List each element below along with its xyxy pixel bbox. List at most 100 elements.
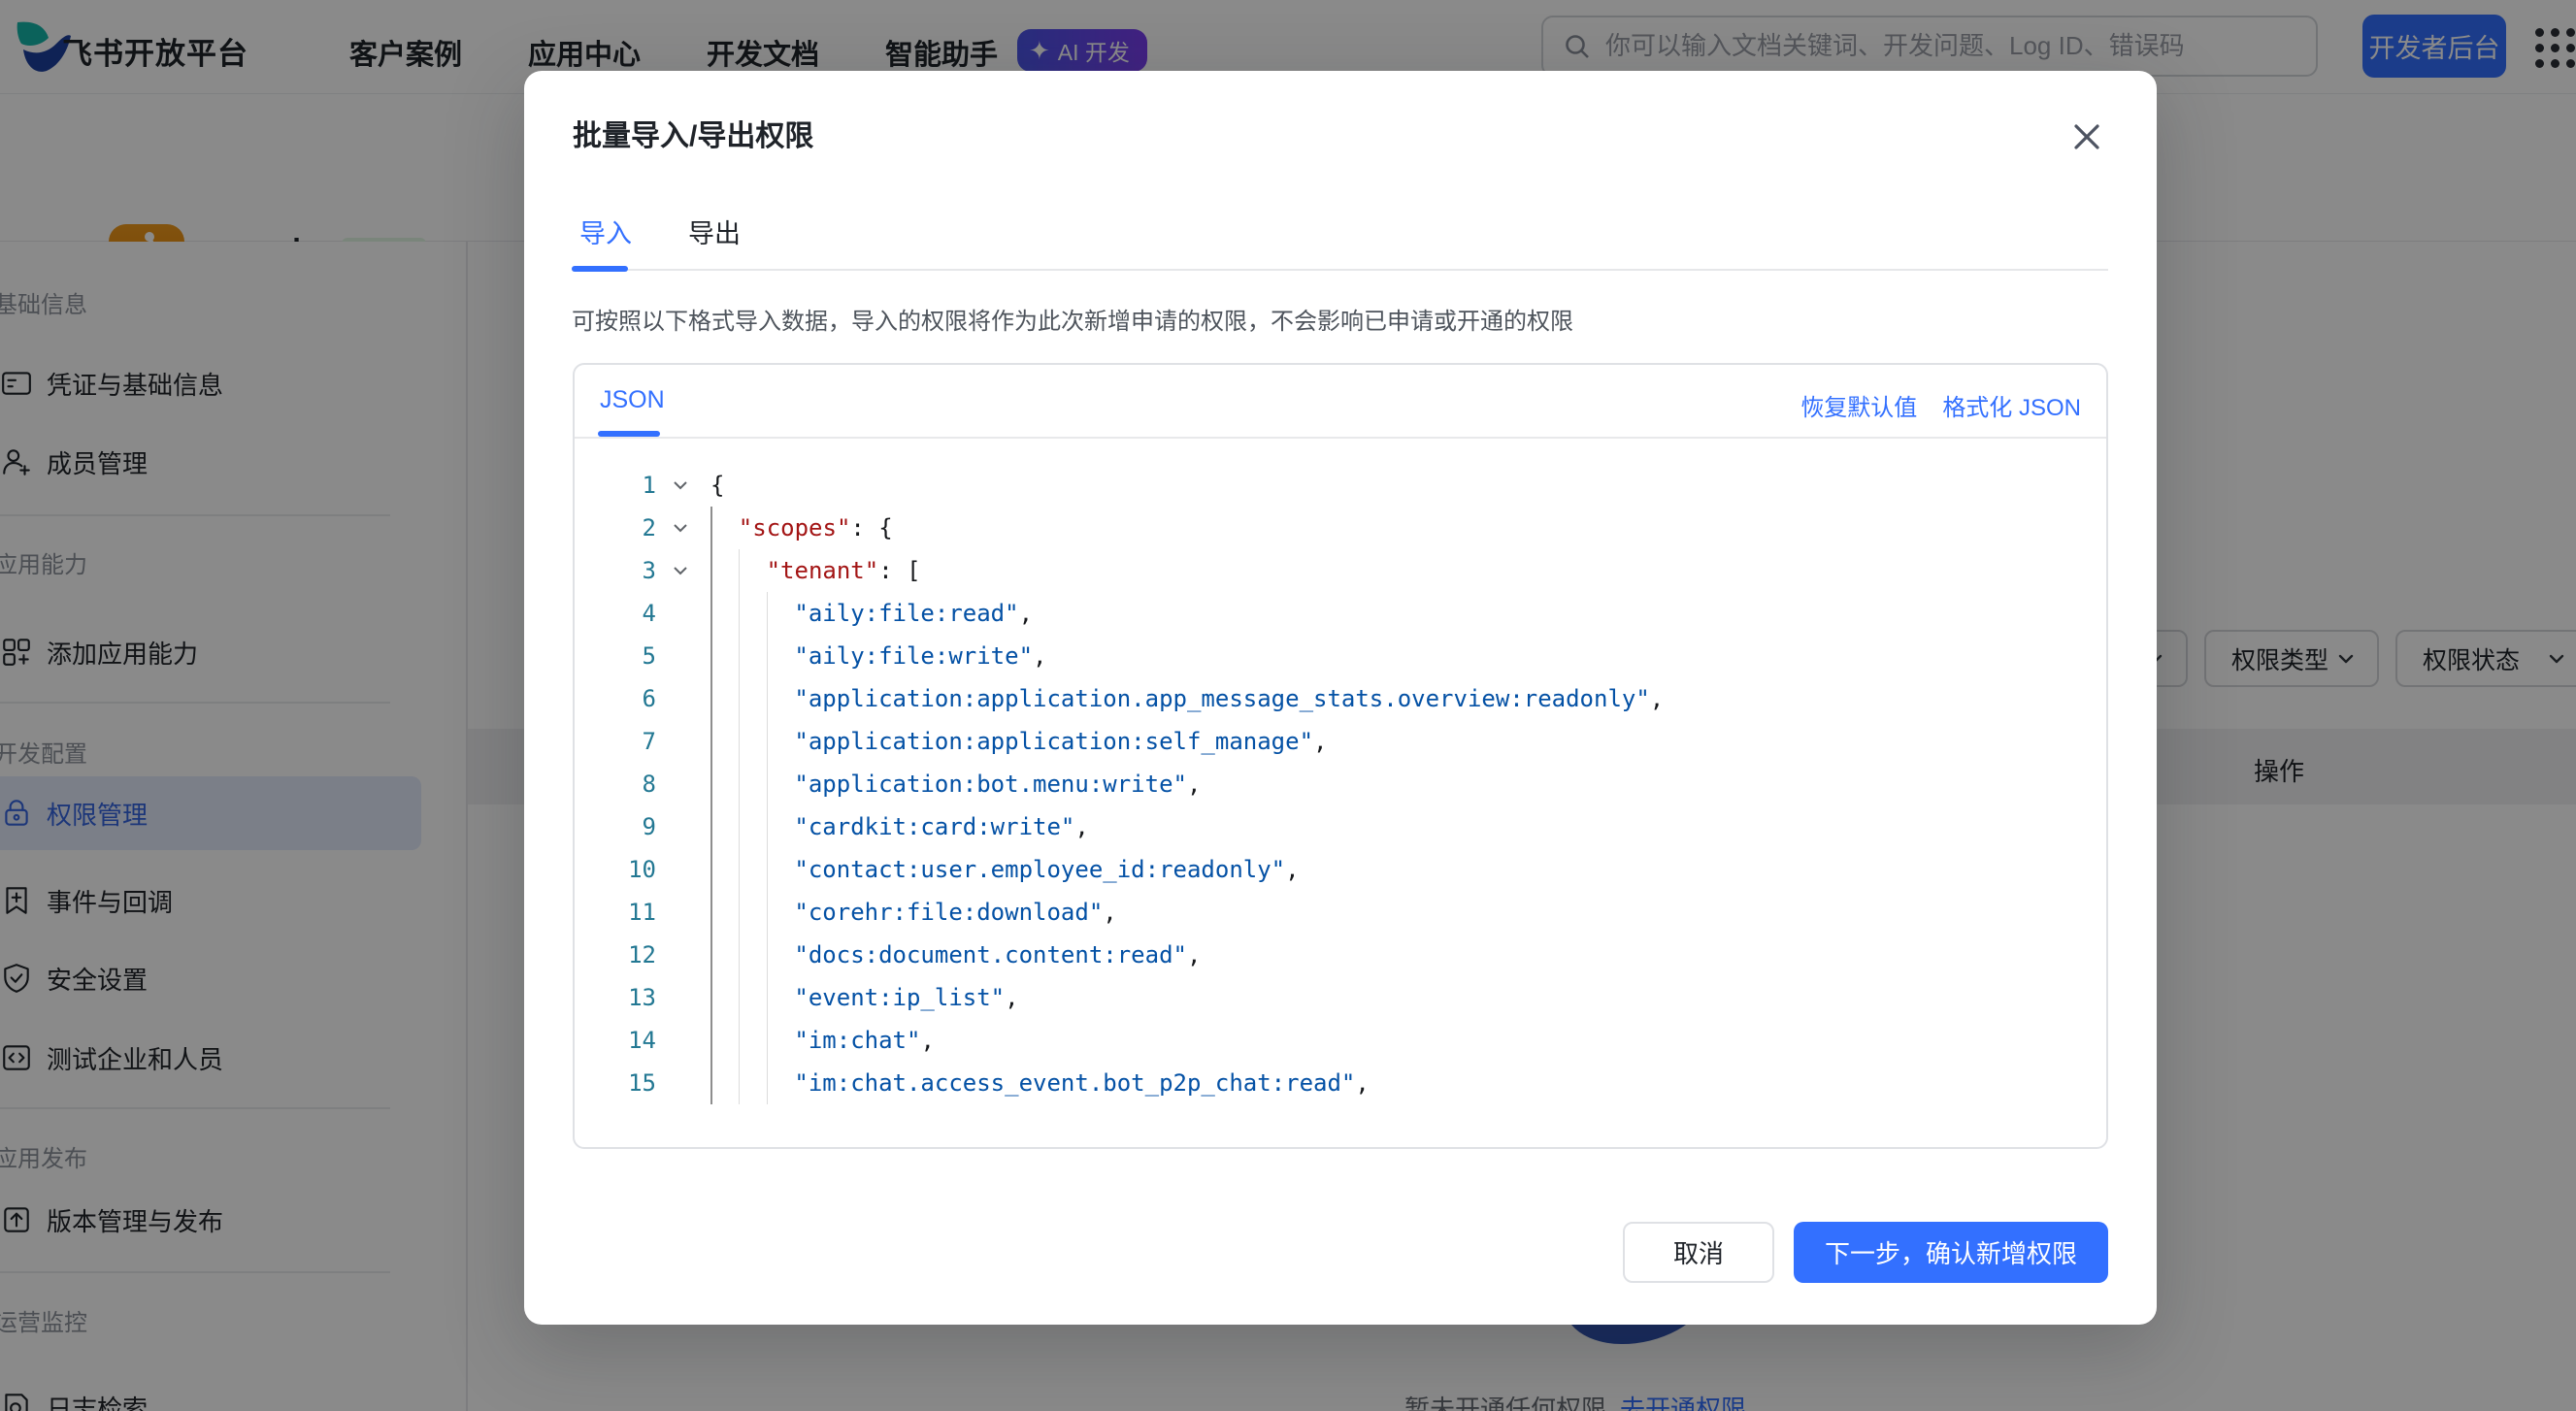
line-number: 14 (575, 1019, 656, 1062)
indent-guide (710, 934, 712, 976)
indent-guide (710, 507, 712, 549)
indent-guide (739, 805, 740, 848)
restore-default-button[interactable]: 恢复默认值 (1800, 388, 1917, 422)
code-text: "tenant": [ (767, 549, 921, 592)
format-json-button[interactable]: 格式化 JSON (1942, 388, 2081, 422)
code-text: "contact:user.employee_id:readonly", (794, 848, 1299, 891)
line-number: 11 (575, 891, 656, 934)
indent-guide (739, 592, 740, 635)
code-editor[interactable]: 1{2"scopes": {3"tenant": [4"aily:file:re… (575, 441, 2106, 1147)
confirm-button[interactable]: 下一步，确认新增权限 (1794, 1222, 2108, 1283)
indent-guide (739, 1019, 740, 1062)
code-text: { (710, 464, 724, 507)
editor-header: JSON 恢复默认值格式化 JSON (575, 365, 2106, 439)
indent-guide (739, 763, 740, 805)
indent-guide (767, 592, 768, 635)
indent-guide (767, 976, 768, 1019)
line-number: 5 (575, 635, 656, 677)
indent-guide (710, 635, 712, 677)
indent-guide (710, 549, 712, 592)
line-number: 13 (575, 976, 656, 1019)
line-number: 8 (575, 763, 656, 805)
code-line-15[interactable]: 15 "im:chat.access_event.bot_p2p_chat:rea… (575, 1062, 2104, 1104)
code-line-2[interactable]: 2 "scopes": { (575, 507, 2104, 549)
line-number: 6 (575, 677, 656, 720)
page: 飞书开放平台 客户案例应用中心开发文档智能助手 ✦ AI 开发 开发者后台 (0, 0, 2576, 1411)
code-line-7[interactable]: 7 "application:application:self_manage", (575, 720, 2104, 763)
fold-chevron-icon[interactable] (666, 549, 695, 592)
code-line-13[interactable]: 13 "event:ip_list", (575, 976, 2104, 1019)
indent-guide (767, 1062, 768, 1104)
line-number: 15 (575, 1062, 656, 1104)
indent-guide (767, 891, 768, 934)
indent-guide (710, 976, 712, 1019)
code-line-1[interactable]: 1{ (575, 464, 2104, 507)
indent-guide (710, 677, 712, 720)
cancel-button[interactable]: 取消 (1623, 1222, 1774, 1283)
indent-guide (739, 848, 740, 891)
code-line-12[interactable]: 12"docs:document.content:read", (575, 934, 2104, 976)
indent-guide (739, 891, 740, 934)
code-text: "cardkit:card:write", (794, 805, 1088, 848)
indent-guide (739, 976, 740, 1019)
tabs-divider (572, 269, 2108, 271)
code-line-11[interactable]: 11 "corehr:file:download", (575, 891, 2104, 934)
json-tab-underline (598, 431, 660, 437)
code-text: "scopes": { (739, 507, 893, 549)
indent-guide (767, 635, 768, 677)
indent-guide (739, 549, 740, 592)
indent-guide (710, 592, 712, 635)
code-text: "im:chat.access_event.bot_p2p_chat:read"… (794, 1062, 1369, 1104)
indent-guide (710, 1062, 712, 1104)
indent-guide (710, 720, 712, 763)
indent-guide (710, 805, 712, 848)
code-line-6[interactable]: 6"application:application.app_message_st… (575, 677, 2104, 720)
indent-guide (767, 934, 768, 976)
tab-json[interactable]: JSON (600, 386, 665, 414)
line-number: 10 (575, 848, 656, 891)
code-line-5[interactable]: 5 "aily:file:write", (575, 635, 2104, 677)
indent-guide (767, 677, 768, 720)
indent-guide (739, 720, 740, 763)
active-tab-underline (572, 266, 628, 272)
indent-guide (767, 720, 768, 763)
indent-guide (739, 635, 740, 677)
editor-actions: 恢复默认值格式化 JSON (1800, 388, 2081, 422)
indent-guide (710, 848, 712, 891)
line-number: 7 (575, 720, 656, 763)
code-line-8[interactable]: 8 "application:bot.menu:write", (575, 763, 2104, 805)
json-editor-panel: JSON 恢复默认值格式化 JSON 1{2"scopes": {3"tenan… (573, 363, 2108, 1149)
line-number: 1 (575, 464, 656, 507)
code-text: "application:bot.menu:write", (794, 763, 1201, 805)
code-line-3[interactable]: 3 "tenant": [ (575, 549, 2104, 592)
code-line-10[interactable]: 10 "contact:user.employee_id:readonly", (575, 848, 2104, 891)
close-icon[interactable] (2064, 114, 2110, 160)
code-text: "im:chat", (794, 1019, 935, 1062)
indent-guide (767, 763, 768, 805)
indent-guide (739, 934, 740, 976)
modal-description: 可按照以下格式导入数据，导入的权限将作为此次新增申请的权限，不会影响已申请或开通… (572, 302, 1573, 336)
fold-chevron-icon[interactable] (666, 507, 695, 549)
indent-guide (710, 763, 712, 805)
code-text: "event:ip_list", (794, 976, 1018, 1019)
code-text: "corehr:file:download", (794, 891, 1116, 934)
line-number: 9 (575, 805, 656, 848)
indent-guide (767, 805, 768, 848)
indent-guide (739, 1062, 740, 1104)
modal-footer: 取消 下一步，确认新增权限 (1623, 1222, 2108, 1283)
indent-guide (710, 891, 712, 934)
code-text: "application:application:self_manage", (794, 720, 1327, 763)
line-number: 4 (575, 592, 656, 635)
code-line-4[interactable]: 4"aily:file:read", (575, 592, 2104, 635)
code-line-14[interactable]: 14 "im:chat", (575, 1019, 2104, 1062)
code-text: "aily:file:write", (794, 635, 1046, 677)
batch-permission-modal: 批量导入/导出权限 导入 导出 可按照以下格式导入数据，导入的权限将作为此次新增… (524, 71, 2157, 1325)
tab-export[interactable]: 导出 (688, 213, 741, 250)
indent-guide (710, 1019, 712, 1062)
fold-chevron-icon[interactable] (666, 464, 695, 507)
tab-import[interactable]: 导入 (579, 213, 632, 250)
code-line-9[interactable]: 9 "cardkit:card:write", (575, 805, 2104, 848)
line-number: 12 (575, 934, 656, 976)
line-number: 3 (575, 549, 656, 592)
line-number: 2 (575, 507, 656, 549)
